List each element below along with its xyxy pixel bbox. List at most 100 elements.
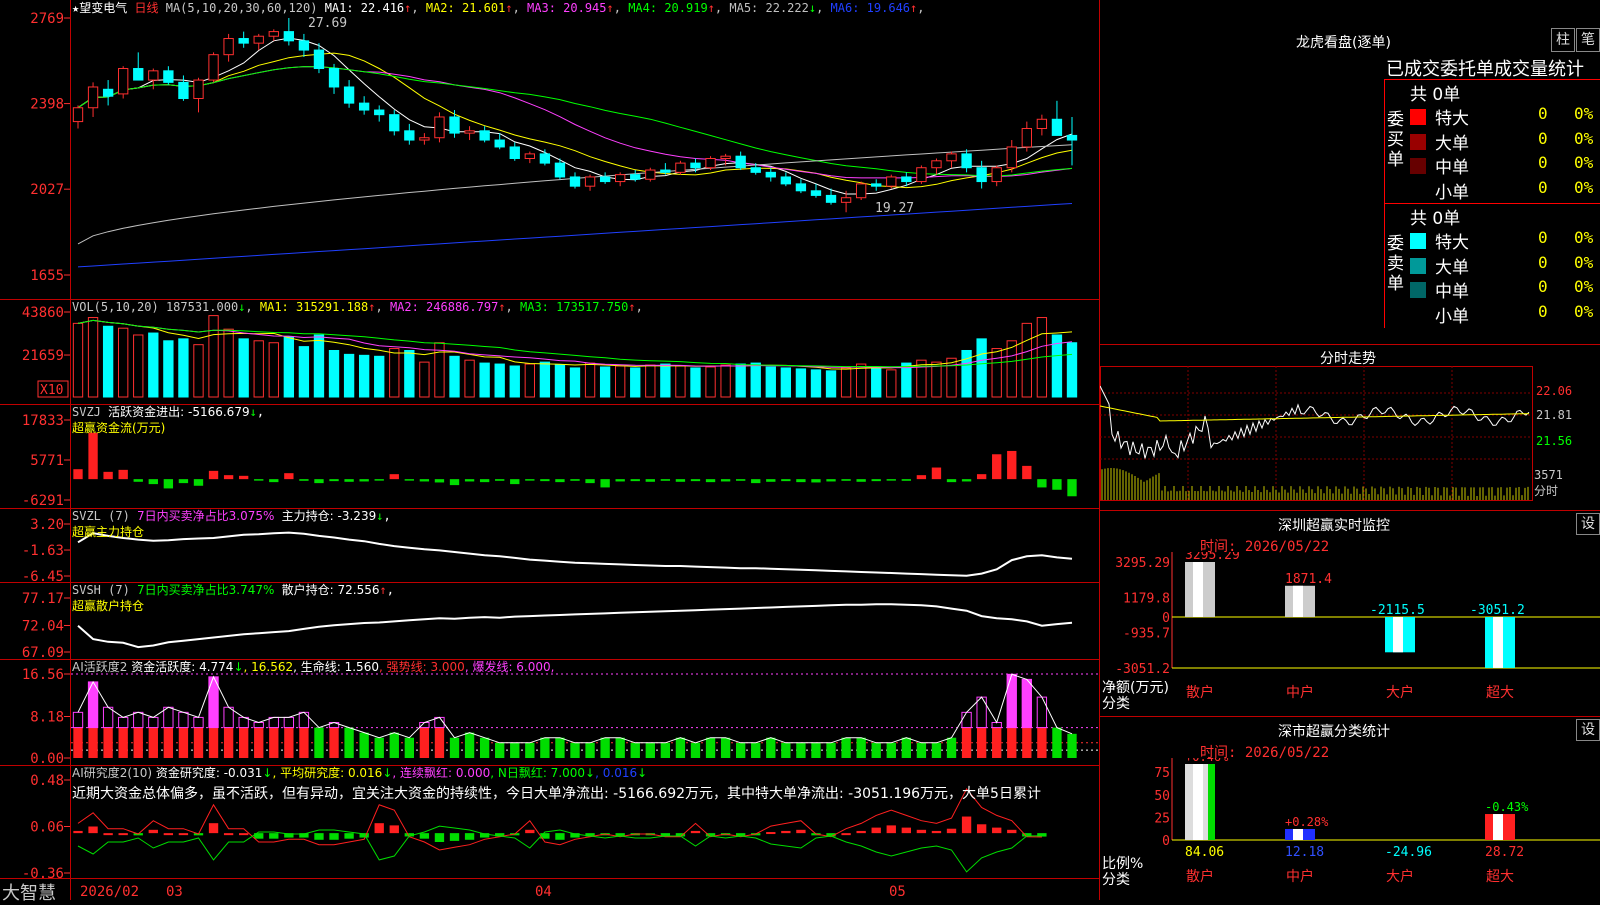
ai-active-bar (359, 732, 369, 758)
monitor-ylabel: 净额(万元) 分类 (1102, 680, 1169, 712)
svzj-bar (1037, 479, 1047, 488)
ai-research-part-4: , 0.016 (595, 766, 638, 780)
ai-active-bar-top (133, 711, 144, 729)
vol-bar (539, 361, 551, 398)
bar-mode-button[interactable]: 柱 (1551, 28, 1575, 52)
ai-active-part-3: , 强势线: 3.000 (378, 660, 465, 674)
ai-research-part-2: , 连续飘红: 0.000 (392, 766, 491, 780)
x-label-1: 03 (166, 884, 183, 900)
ai-active-bar-top (163, 706, 174, 729)
ai-active-bar (208, 727, 219, 758)
sell-row-swatch-0 (1410, 233, 1426, 249)
vol-bar (1006, 340, 1017, 398)
svzj-bar (886, 479, 896, 481)
vol-bar (931, 361, 942, 398)
ai-research-bar (992, 827, 1002, 834)
vol-bar (615, 365, 626, 398)
candle-body (87, 86, 99, 109)
cls-y-tick-0: 75 (1154, 766, 1170, 781)
ai-research-bar (916, 829, 927, 834)
ai-research-bar (961, 816, 972, 834)
intraday-title: 分时走势 (1320, 351, 1376, 367)
ai-research-bar (419, 833, 430, 839)
buy-row-swatch-1 (1410, 133, 1426, 150)
ai-active-bar (223, 727, 234, 758)
ai-active-bar (434, 727, 445, 758)
ai-research-bar (449, 833, 460, 841)
candle-body (660, 169, 671, 173)
stat-header: 已成交委托单成交量统计 (1386, 59, 1584, 80)
svzj-bar (690, 479, 701, 482)
ai-research-bar (766, 832, 776, 835)
ai-active-part-1: , 16.562 (243, 660, 294, 674)
svzj-bar (735, 479, 746, 481)
cls-cat-3: 超大 (1486, 869, 1514, 885)
svzj-bar (992, 454, 1002, 480)
ma-arrow-3: ↑ (606, 1, 614, 15)
buy-total: 共 0单 (1410, 85, 1461, 105)
svzj-bar (540, 479, 550, 482)
ai-active-bar-top (1021, 678, 1032, 729)
ma-arrow-5: ↓ (808, 1, 817, 15)
kline-header: ★望变电气 日线 MA(5,10,20,30,60,120) MA1: 22.4… (72, 0, 925, 16)
vol-bar (976, 338, 987, 398)
svzj-bar (961, 479, 972, 482)
ai-active-bar (254, 727, 264, 758)
ai-research-bar (434, 833, 445, 842)
sell-row-count-2: 0 (1538, 277, 1548, 296)
vol-bar (795, 368, 807, 398)
ai-active-bar (555, 737, 565, 758)
intraday-price-line (1100, 385, 1530, 459)
vol-bar (780, 367, 792, 398)
cls-chart[interactable]: 75 50 25 0 +0.46% 84.06 散户 +0.28% 12.18 中户 -24.96 大… (1100, 758, 1600, 900)
svzj-arrow: ↓ (249, 405, 257, 419)
svzj-bar (464, 479, 475, 482)
ai-active-bar (103, 727, 113, 758)
ai-active-bar (238, 727, 249, 758)
vol-value-1: MA1: 315291.188 (259, 300, 369, 314)
vol-bar (358, 354, 370, 398)
svsh-header: SVSH (7) 7日内买卖净占比3.747% 散户持仓: 72.556↑, 超… (72, 582, 394, 614)
ai-research-bar (269, 833, 279, 839)
vol-bar (253, 340, 264, 398)
monitor-settings-button[interactable]: 设 (1576, 513, 1600, 535)
candle-body (313, 49, 325, 70)
svzj-bar (389, 474, 399, 480)
svzl-desc: 7日内买卖净占比3.075% (137, 509, 275, 523)
right-panel: 龙虎看盘(逐单) 柱 笔 已成交委托单成交量统计 委买单 共 0单 特大 0 0% 大… (1100, 0, 1600, 900)
vol-y-tick-0: 43860 (22, 305, 64, 321)
ai-research-bar (329, 833, 339, 840)
stock-name: 望变电气 (79, 1, 128, 15)
ai-active-bar (705, 737, 716, 758)
ai-active-bar (841, 737, 851, 758)
vol-bar (87, 317, 99, 398)
svsh-arrow: ↑ (379, 583, 387, 597)
candle-body (584, 176, 596, 187)
monitor-chart[interactable]: 3295.29 1179.8 0-935.7 -3051.2 3295.29 散户 1871… (1100, 552, 1600, 714)
tick-mode-button[interactable]: 笔 (1576, 28, 1600, 52)
ai-active-bar (675, 737, 686, 758)
svsh-subtitle: 超赢散户持仓 (72, 599, 145, 613)
candle-body (102, 88, 114, 97)
ai-research-bar (841, 833, 851, 836)
svzj-bar (766, 479, 776, 482)
svzj-bar (1067, 479, 1077, 497)
vol-header: VOL(5,10,20) 187531.000↓, MA1: 315291.18… (72, 299, 643, 315)
vol-bar (419, 361, 430, 398)
cls-settings-button[interactable]: 设 (1576, 719, 1600, 741)
ma-line-5 (77, 144, 1073, 245)
intraday-chart[interactable]: 22.06 21.81 21.56 3571 分时 (1100, 366, 1600, 512)
ai-research-bar (464, 833, 475, 840)
ma-sep: , (714, 1, 730, 15)
buy-row-name-1: 大单 (1435, 133, 1469, 154)
cls-bar-pct-1: +0.28% (1285, 815, 1329, 829)
period-label[interactable]: 日线 (134, 1, 158, 15)
vol-bar (464, 359, 475, 398)
ai-active-bar (419, 727, 430, 758)
vol-bar (148, 332, 159, 398)
monitor-bar-shine-1 (1293, 585, 1303, 617)
svzj-bar (751, 479, 761, 484)
cls-bar-shine-0 (1193, 764, 1203, 840)
ai-research-bar (238, 833, 249, 836)
candle-body (645, 169, 656, 180)
